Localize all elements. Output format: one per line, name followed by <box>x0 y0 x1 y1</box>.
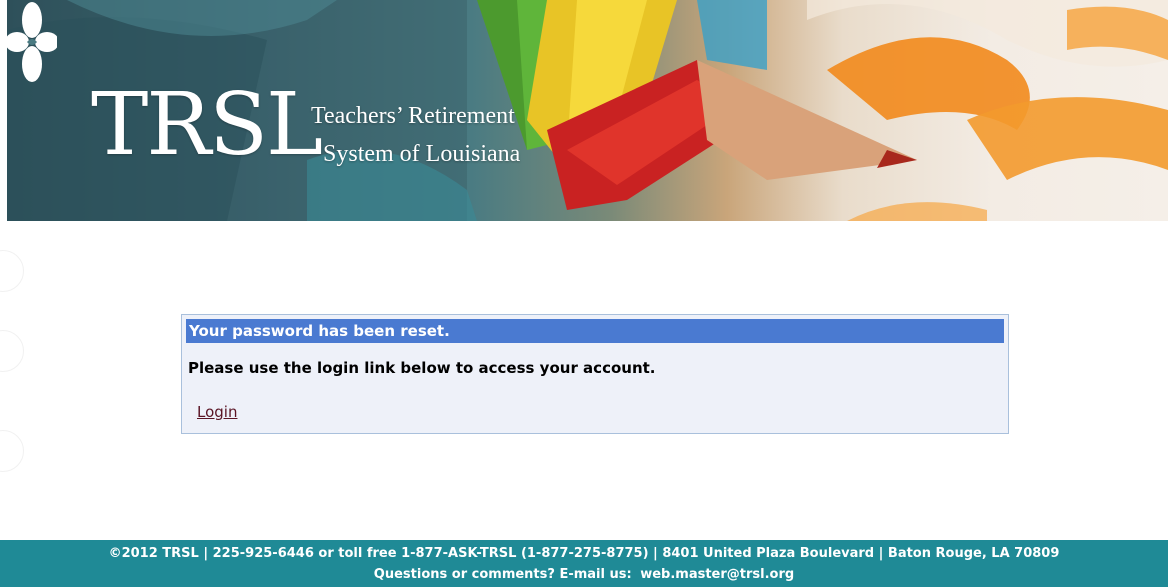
trsl-logo-icon <box>7 2 57 82</box>
org-name-line1: Teachers’ Retirement <box>311 103 515 129</box>
panel-message: Please use the login link below to acces… <box>188 359 656 377</box>
footer-contact-line: ©2012 TRSL | 225-925-6446 or toll free 1… <box>108 546 1060 561</box>
watermark-decoration <box>0 430 24 472</box>
logo-wordmark: TRSL <box>91 75 323 175</box>
org-name-line2: System of Louisiana <box>323 141 521 167</box>
footer-questions-label: Questions or comments? E-mail us: <box>373 567 632 582</box>
footer-questions-line: Questions or comments? E-mail us: web.ma… <box>0 565 1168 585</box>
login-link[interactable]: Login <box>197 403 237 421</box>
watermark-decoration <box>0 330 24 372</box>
header-banner: TRSL Teachers’ Retirement System of Loui… <box>7 0 1168 221</box>
footer-email-link[interactable]: web.master@trsl.org <box>640 567 794 582</box>
watermark-decoration <box>0 250 24 292</box>
footer: ©2012 TRSL | 225-925-6446 or toll free 1… <box>0 540 1168 587</box>
password-reset-panel: Your password has been reset. Please use… <box>181 314 1009 434</box>
panel-title: Your password has been reset. <box>186 319 1004 343</box>
